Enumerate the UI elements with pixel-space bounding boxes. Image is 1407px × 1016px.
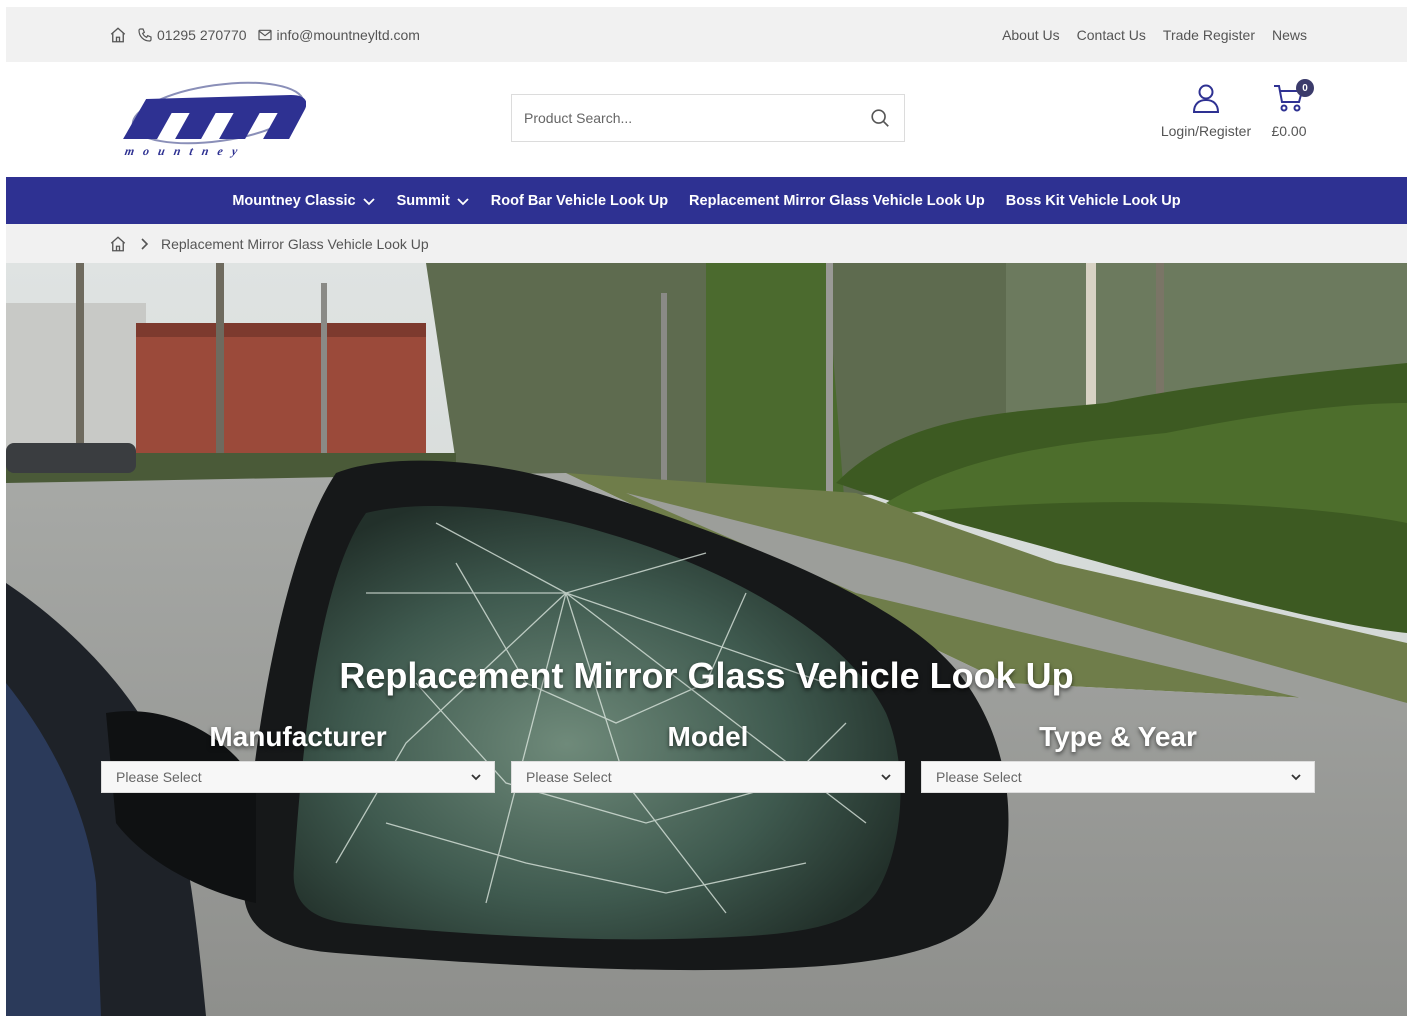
- email-link[interactable]: info@mountneyltd.com: [257, 27, 420, 43]
- top-contact: 01295 270770 info@mountneyltd.com: [109, 7, 420, 62]
- chevron-down-icon: [362, 197, 375, 205]
- phone-number: 01295 270770: [157, 26, 247, 43]
- chevron-right-icon: [141, 237, 149, 250]
- top-links: About Us Contact Us Trade Register News: [1002, 7, 1307, 62]
- model-label: Model: [667, 721, 749, 752]
- site-logo[interactable]: mountney: [116, 77, 307, 162]
- search-input[interactable]: [524, 110, 868, 126]
- mail-icon: [257, 29, 272, 40]
- phone-icon: [138, 27, 152, 42]
- nav-item-mountney-classic[interactable]: Mountney Classic: [232, 193, 375, 209]
- page-frame: 01295 270770 info@mountneyltd.com About …: [6, 7, 1407, 1016]
- manufacturer-select[interactable]: Please Select: [101, 761, 495, 793]
- cart-total: £0.00: [1271, 123, 1307, 139]
- home-icon: [110, 26, 126, 42]
- svg-text:mountney: mountney: [124, 144, 248, 158]
- type-year-select[interactable]: Please Select: [921, 761, 1315, 793]
- home-icon[interactable]: [109, 235, 127, 253]
- search-button[interactable]: [868, 106, 892, 130]
- manufacturer-select-value: Please Select: [116, 769, 202, 785]
- nav-item-summit[interactable]: Summit: [397, 193, 470, 209]
- phone-link[interactable]: 01295 270770: [137, 27, 247, 43]
- news-link[interactable]: News: [1272, 27, 1307, 43]
- model-lookup: Model Please Select: [511, 721, 905, 793]
- user-icon: [1192, 84, 1220, 113]
- type-year-lookup: Type & Year Please Select: [921, 721, 1315, 793]
- type-year-label: Type & Year: [1039, 721, 1197, 752]
- account-label: Login/Register: [1160, 123, 1252, 139]
- about-us-link[interactable]: About Us: [1002, 27, 1060, 43]
- nav-item-label: Roof Bar Vehicle Look Up: [490, 192, 669, 209]
- nav-item-roof-bar-lookup[interactable]: Roof Bar Vehicle Look Up: [491, 193, 668, 209]
- type-year-select-value: Please Select: [936, 769, 1022, 785]
- chevron-down-icon: [471, 774, 481, 781]
- breadcrumb-current: Replacement Mirror Glass Vehicle Look Up: [161, 235, 429, 252]
- nav-item-label: Boss Kit Vehicle Look Up: [1005, 192, 1181, 209]
- nav-item-mirror-glass-lookup[interactable]: Replacement Mirror Glass Vehicle Look Up: [689, 193, 985, 209]
- account-link[interactable]: Login/Register: [1156, 82, 1256, 139]
- manufacturer-lookup: Manufacturer Please Select: [101, 721, 495, 793]
- site-header: mountney Login/Register 0 £0.00: [6, 62, 1407, 177]
- contact-us-link[interactable]: Contact Us: [1077, 27, 1146, 43]
- hero-banner: Replacement Mirror Glass Vehicle Look Up…: [6, 263, 1407, 1016]
- nav-item-label: Mountney Classic: [232, 192, 356, 209]
- breadcrumb: Replacement Mirror Glass Vehicle Look Up: [6, 224, 1407, 263]
- home-link[interactable]: [109, 26, 127, 44]
- chevron-down-icon: [1291, 774, 1301, 781]
- hero-background-image: [6, 263, 1407, 1016]
- model-select-value: Please Select: [526, 769, 612, 785]
- nav-item-boss-kit-lookup[interactable]: Boss Kit Vehicle Look Up: [1006, 193, 1181, 209]
- cart-link[interactable]: 0 £0.00: [1264, 79, 1314, 139]
- hero-title: Replacement Mirror Glass Vehicle Look Up: [339, 655, 1074, 696]
- product-search: [511, 94, 905, 142]
- trade-register-link[interactable]: Trade Register: [1163, 27, 1255, 43]
- nav-item-label: Replacement Mirror Glass Vehicle Look Up: [689, 192, 985, 209]
- email-address: info@mountneyltd.com: [276, 26, 420, 43]
- main-nav: Mountney Classic Summit Roof Bar Vehicle…: [6, 177, 1407, 224]
- chevron-down-icon: [881, 774, 891, 781]
- chevron-down-icon: [457, 197, 469, 205]
- top-bar: 01295 270770 info@mountneyltd.com About …: [6, 7, 1407, 62]
- manufacturer-label: Manufacturer: [209, 721, 387, 752]
- model-select[interactable]: Please Select: [511, 761, 905, 793]
- search-icon: [871, 109, 889, 127]
- nav-item-label: Summit: [396, 192, 450, 209]
- cart-count-badge: 0: [1296, 79, 1314, 97]
